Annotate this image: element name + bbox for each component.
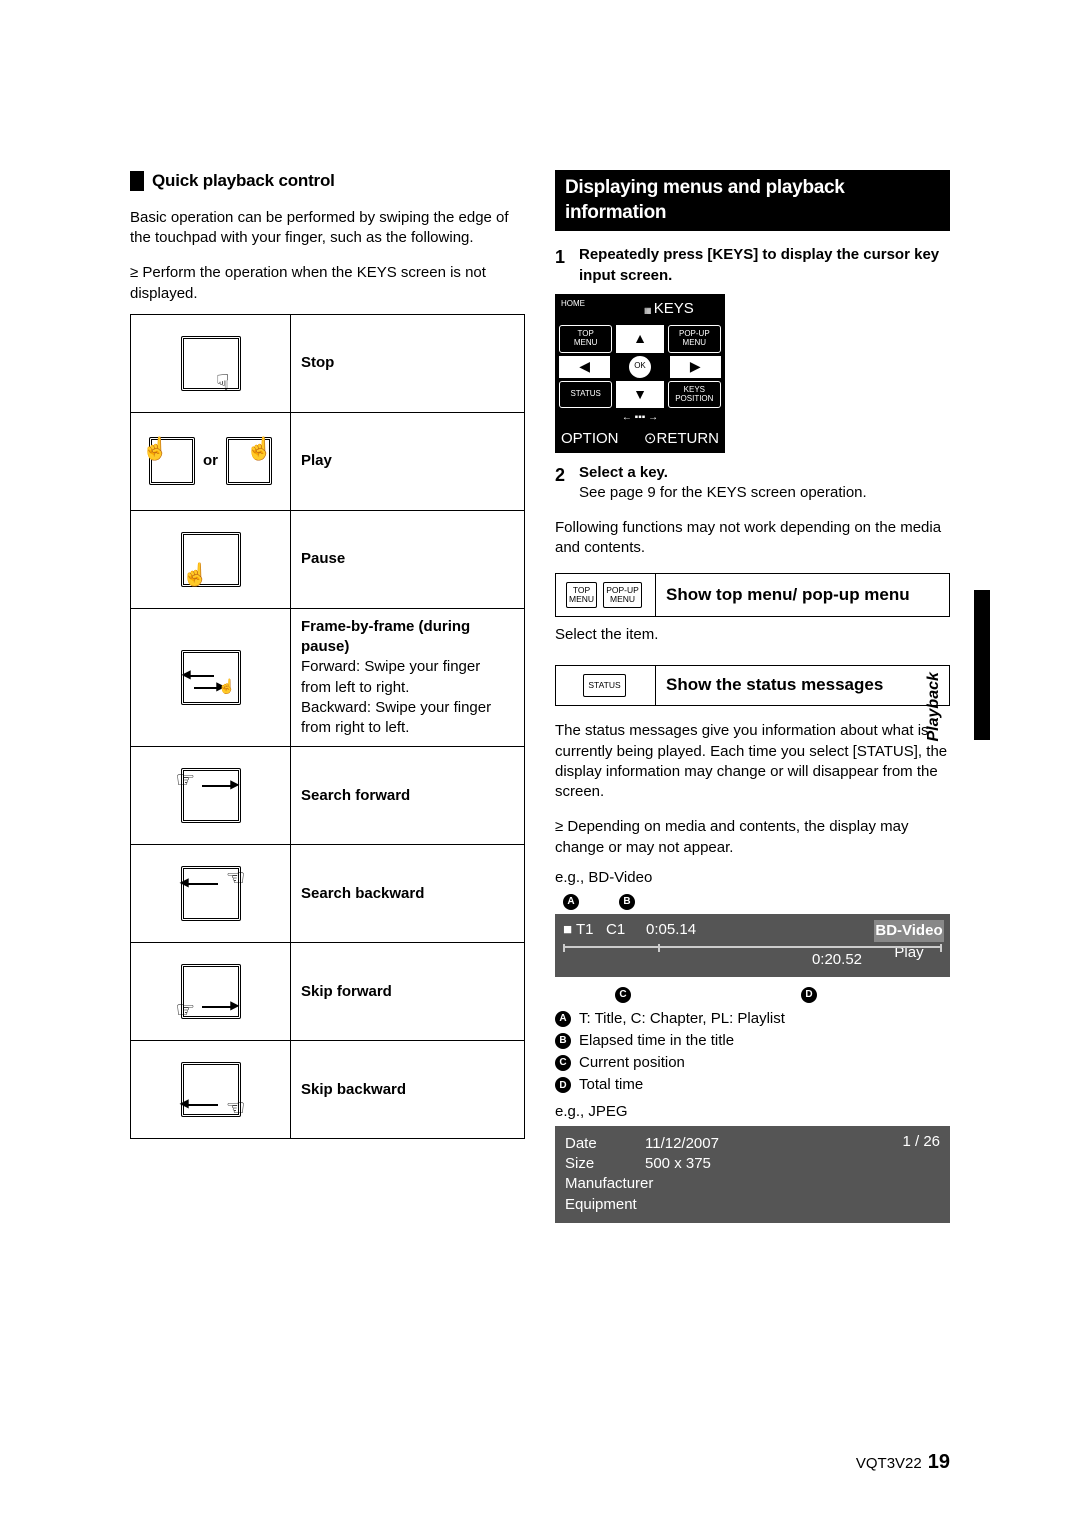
eg-jpeg: e.g., JPEG xyxy=(555,1102,950,1122)
quick-playback-bullet: Perform the operation when the KEYS scre… xyxy=(130,263,525,304)
marker-B-icon: B xyxy=(619,894,635,910)
gesture-skipfwd: Skip forward xyxy=(291,943,525,1041)
step-2: Select a key. xyxy=(579,464,668,481)
gesture-searchbwd: Search backward xyxy=(291,845,525,943)
marker-A-icon: A xyxy=(563,894,579,910)
osd-bdvideo: ■ T1 C1 0:05.14 BD-Video Play 0:20.52 xyxy=(555,914,950,977)
select-item: Select the item. xyxy=(555,625,950,645)
gesture-pause: Pause xyxy=(291,510,525,608)
step-2-sub: See page 9 for the KEYS screen operation… xyxy=(579,483,950,503)
osd-jpeg: 1 / 26 Date11/12/2007 Size500 x 375 Manu… xyxy=(555,1126,950,1223)
quick-playback-heading: Quick playback control xyxy=(130,170,525,193)
feature1-title: Show top menu/ pop-up menu xyxy=(656,574,950,617)
step-2-num: 2 xyxy=(555,463,571,504)
functions-note: Following functions may not work dependi… xyxy=(555,518,950,559)
gesture-table: ☟ Stop ☝ or ☝ Play ☝ Pause ☝ xyxy=(130,314,525,1140)
status-para: The status messages give you information… xyxy=(555,721,950,802)
feature2-title: Show the status messages xyxy=(656,666,950,706)
legend-list: AT: Title, C: Chapter, PL: Playlist BEla… xyxy=(555,1009,950,1096)
feature-status: STATUS Show the status messages xyxy=(555,665,950,706)
step-1-num: 1 xyxy=(555,245,571,286)
gesture-stop: Stop xyxy=(291,314,525,412)
remote-diagram: HOME ▦ KEYS TOP MENU ▲ POP-UP MENU ◀ OK … xyxy=(555,294,725,453)
page-footer: VQT3V22 19 xyxy=(856,1449,950,1476)
gesture-searchfwd: Search forward xyxy=(291,747,525,845)
feature-topmenu: TOP MENU POP-UP MENU Show top menu/ pop-… xyxy=(555,573,950,617)
marker-C-icon: C xyxy=(615,987,631,1003)
gesture-frame: Frame-by-frame (during pause) Forward: S… xyxy=(291,608,525,747)
gesture-skipbwd: Skip backward xyxy=(291,1041,525,1139)
displaying-heading: Displaying menus and playback informatio… xyxy=(555,170,950,231)
eg-bdvideo: e.g., BD-Video xyxy=(555,868,950,888)
page-number: 19 xyxy=(928,1449,950,1476)
gesture-play: Play xyxy=(291,412,525,510)
quick-playback-intro: Basic operation can be performed by swip… xyxy=(130,208,525,249)
section-label: Playback xyxy=(923,672,945,741)
doc-code: VQT3V22 xyxy=(856,1454,922,1474)
step-1: Repeatedly press [KEYS] to display the c… xyxy=(579,246,939,283)
section-tab xyxy=(974,590,990,740)
marker-D-icon: D xyxy=(801,987,817,1003)
status-bullet: Depending on media and contents, the dis… xyxy=(555,817,950,858)
